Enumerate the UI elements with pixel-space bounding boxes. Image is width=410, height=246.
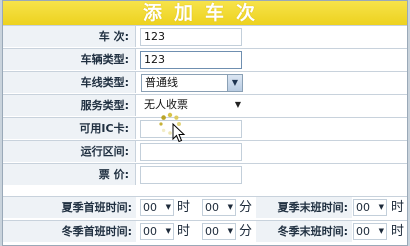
row-winter-times: 冬季首班时间: 00 ▼ 时 00 ▼ 分 冬季末班时间: 00 ▼ 时 — [3, 220, 407, 242]
ic-card-input[interactable] — [140, 120, 242, 138]
dialog-title: 添加车次 — [3, 1, 407, 25]
minute-unit: 分 — [239, 200, 253, 215]
chevron-down-icon: ▼ — [227, 203, 233, 211]
add-train-dialog: 添加车次 车 次: 123 车辆类型: 123 车线类型: 普通线 ▼ 服务类型… — [2, 0, 408, 246]
row-ic-card: 可用IC卡: — [3, 117, 407, 139]
line-type-value: 普通线 — [145, 76, 178, 89]
chevron-down-icon: ▼ — [165, 227, 171, 235]
row-vehicle-type: 车辆类型: 123 — [3, 48, 407, 70]
row-service-type: 服务类型: 无人收票 ▼ — [3, 94, 407, 116]
row-summer-times: 夏季首班时间: 00 ▼ 时 00 ▼ 分 夏季末班时间: 00 ▼ 时 — [3, 196, 407, 218]
chevron-down-icon: ▼ — [378, 203, 384, 211]
line-type-select[interactable]: 普通线 ▼ — [141, 74, 243, 92]
hour-unit: 时 — [177, 200, 191, 215]
row-fare: 票 价: — [3, 163, 407, 185]
ic-card-label: 可用IC卡: — [3, 118, 136, 139]
hour-unit: 时 — [177, 224, 191, 239]
summer-last-label: 夏季末班时间: — [256, 197, 352, 218]
winter-last-hour-select[interactable]: 00 ▼ — [353, 223, 387, 240]
winter-last-hour-value: 00 — [356, 225, 370, 238]
row-train-number: 车 次: 123 — [3, 25, 407, 47]
chevron-down-icon: ▼ — [378, 227, 384, 235]
hour-unit: 时 — [391, 200, 405, 215]
winter-last-label: 冬季末班时间: — [256, 221, 352, 242]
chevron-down-icon: ▼ — [227, 227, 233, 235]
winter-first-minute-select[interactable]: 00 ▼ — [202, 223, 236, 240]
row-line-type: 车线类型: 普通线 ▼ — [3, 71, 407, 93]
chevron-down-icon: ▼ — [234, 100, 241, 109]
fare-input[interactable] — [140, 166, 242, 184]
summer-last-hour-select[interactable]: 00 ▼ — [353, 199, 387, 216]
train-number-input[interactable]: 123 — [140, 28, 242, 46]
line-type-label: 车线类型: — [3, 72, 136, 93]
route-range-label: 运行区间: — [3, 141, 136, 162]
winter-first-hour-select[interactable]: 00 ▼ — [140, 223, 174, 240]
summer-first-label: 夏季首班时间: — [3, 197, 136, 218]
row-route-range: 运行区间: — [3, 140, 407, 162]
summer-first-minute-value: 00 — [205, 201, 219, 214]
service-type-value: 无人收票 — [144, 98, 188, 111]
minute-unit: 分 — [239, 224, 253, 239]
winter-first-hour-value: 00 — [143, 225, 157, 238]
winter-first-label: 冬季首班时间: — [3, 221, 136, 242]
chevron-down-icon: ▼ — [165, 203, 171, 211]
winter-first-minute-value: 00 — [205, 225, 219, 238]
vehicle-type-input[interactable]: 123 — [140, 51, 242, 69]
chevron-down-icon[interactable]: ▼ — [227, 75, 242, 91]
route-range-input[interactable] — [140, 143, 242, 161]
summer-first-hour-value: 00 — [143, 201, 157, 214]
summer-first-minute-select[interactable]: 00 ▼ — [202, 199, 236, 216]
service-type-select[interactable]: 无人收票 ▼ — [141, 97, 243, 115]
vehicle-type-label: 车辆类型: — [3, 49, 136, 70]
hour-unit: 时 — [391, 224, 405, 239]
summer-first-hour-select[interactable]: 00 ▼ — [140, 199, 174, 216]
service-type-label: 服务类型: — [3, 95, 136, 116]
summer-last-hour-value: 00 — [356, 201, 370, 214]
cursor-icon — [172, 123, 186, 143]
fare-label: 票 价: — [3, 164, 136, 185]
train-number-label: 车 次: — [3, 26, 136, 47]
